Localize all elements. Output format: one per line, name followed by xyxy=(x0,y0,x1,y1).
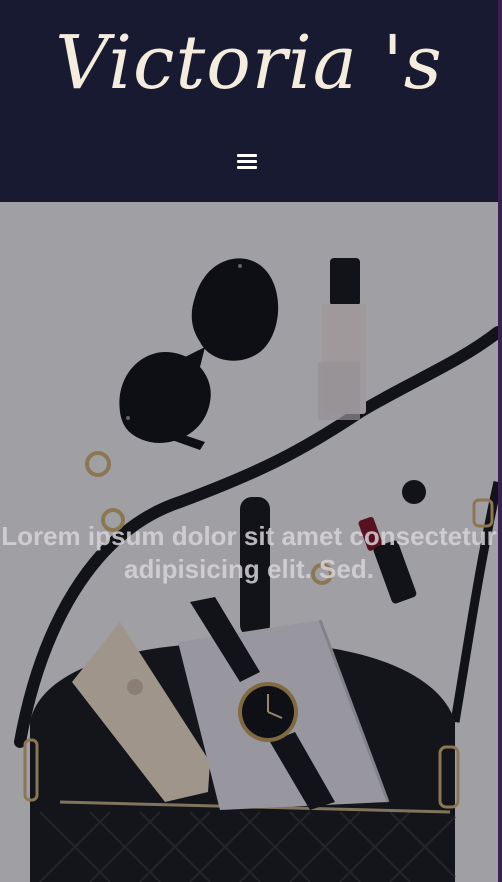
page-edge-strip xyxy=(498,0,502,882)
hero-headline: Lorem ipsum dolor sit amet consectetur a… xyxy=(1,521,497,584)
site-header: Victoria 's xyxy=(0,0,498,202)
site-logo[interactable]: Victoria 's xyxy=(0,8,498,118)
hamburger-menu-icon[interactable] xyxy=(234,150,262,176)
hero-section: Lorem ipsum dolor sit amet consectetur a… xyxy=(0,202,498,882)
